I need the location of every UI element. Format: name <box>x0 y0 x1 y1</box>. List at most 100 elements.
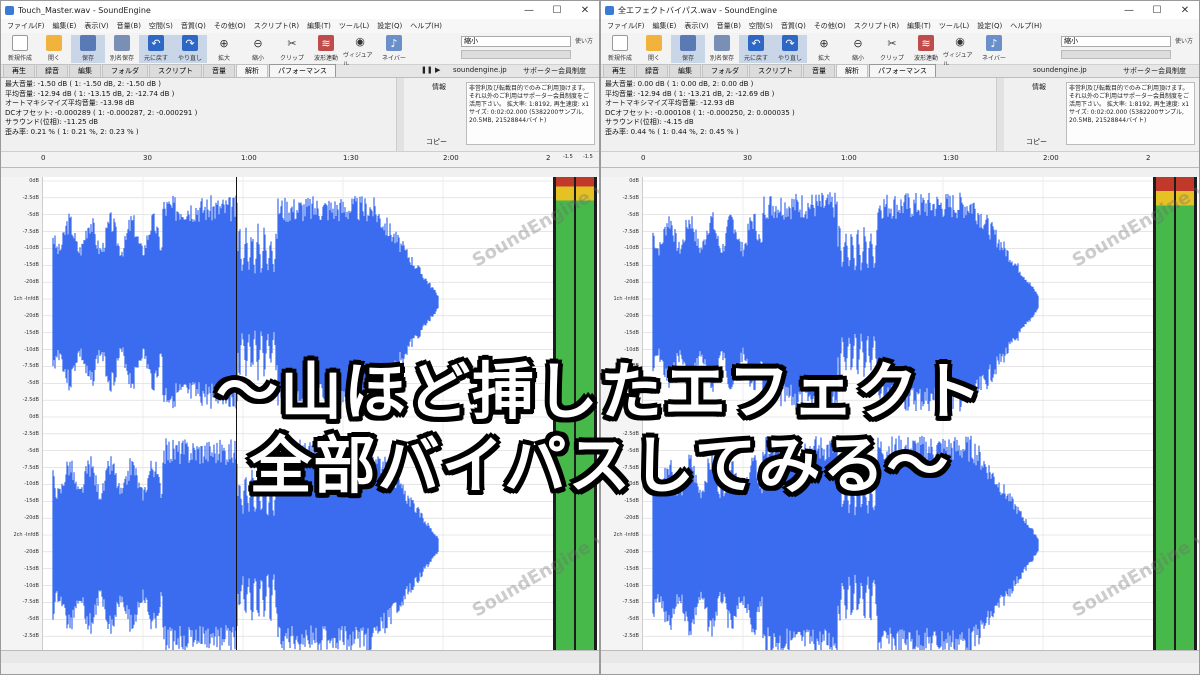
zoom-in-icon: ⊕ <box>819 36 829 50</box>
undo-button[interactable]: ↶ 元に戻す <box>139 35 173 63</box>
pause-icon[interactable]: ❚❚ ▶ <box>421 66 440 74</box>
tab-volume[interactable]: 音量 <box>803 64 835 77</box>
zoom-in-button[interactable]: ⊕ 拡大 <box>807 35 841 63</box>
close-icon[interactable]: ✕ <box>571 1 599 19</box>
menu-quality[interactable]: 音質(Q) <box>777 21 810 31</box>
menu-other[interactable]: その他(O) <box>810 21 850 31</box>
clip-button[interactable]: ✂ クリップ <box>275 35 309 63</box>
stat-automax-volume: オートマキシマイズ平均音量: -13.98 dB <box>5 99 135 107</box>
stats-scrollbar[interactable] <box>396 78 404 151</box>
usage-link[interactable]: 使い方 <box>1175 36 1193 45</box>
save-button[interactable]: 保存 <box>671 35 705 63</box>
zoom-out-button[interactable]: ⊖ 縮小 <box>841 35 875 63</box>
minimize-icon[interactable]: — <box>515 1 543 19</box>
supporter-link[interactable]: サポーター会員制度 <box>523 66 586 76</box>
tab-edit[interactable]: 編集 <box>669 64 701 77</box>
visual-button[interactable]: ◉ヴィジュアル <box>343 35 377 68</box>
tick-1-30: 1:30 <box>343 154 359 162</box>
menu-file[interactable]: ファイル(F) <box>603 21 649 31</box>
menu-help[interactable]: ヘルプ(H) <box>406 21 446 31</box>
zoom-field[interactable]: 縮小 <box>1061 36 1171 47</box>
redo-button[interactable]: ↷ やり直し <box>773 35 807 63</box>
copy-button[interactable]: コピー <box>426 137 447 147</box>
menu-file[interactable]: ファイル(F) <box>3 21 49 31</box>
wave-sync-button[interactable]: ≋ 波形連動 <box>909 35 943 63</box>
tab-performance[interactable]: パフォーマンス <box>869 64 936 77</box>
menu-script[interactable]: スクリプト(R) <box>850 21 903 31</box>
tab-script[interactable]: スクリプト <box>149 64 202 77</box>
menu-tools[interactable]: ツール(L) <box>935 21 973 31</box>
soundengine-link[interactable]: soundengine.jp <box>1033 66 1087 74</box>
tab-record[interactable]: 録音 <box>636 64 668 77</box>
maximize-icon[interactable]: ☐ <box>1143 1 1171 19</box>
zoom-in-button[interactable]: ⊕ 拡大 <box>207 35 241 63</box>
menu-bar: ファイル(F) 編集(E) 表示(V) 音量(B) 空間(S) 音質(Q) その… <box>1 19 599 33</box>
menu-space[interactable]: 空間(S) <box>745 21 777 31</box>
menu-settings[interactable]: 設定(Q) <box>373 21 406 31</box>
new-button[interactable]: 新規作成 <box>3 35 37 63</box>
timeline-ruler[interactable]: 0 30 1:00 1:30 2:00 2 -1.5 -1.5 <box>1 152 599 168</box>
tab-analysis[interactable]: 解析 <box>236 64 268 77</box>
menu-other[interactable]: その他(O) <box>210 21 250 31</box>
menu-edit[interactable]: 編集(E) <box>49 21 81 31</box>
tab-edit[interactable]: 編集 <box>69 64 101 77</box>
undo-icon: ↶ <box>148 35 164 51</box>
save-as-button[interactable]: 別名保存 <box>705 35 739 63</box>
visual-button[interactable]: ◉ヴィジュアル <box>943 35 977 68</box>
menu-volume[interactable]: 音量(B) <box>113 21 145 31</box>
menu-space[interactable]: 空間(S) <box>145 21 177 31</box>
zoom-slider[interactable] <box>1061 50 1171 59</box>
menu-volume[interactable]: 音量(B) <box>713 21 745 31</box>
menu-script[interactable]: スクリプト(R) <box>250 21 303 31</box>
zoom-slider[interactable] <box>461 50 571 59</box>
new-button[interactable]: 新規作成 <box>603 35 637 63</box>
menu-edit2[interactable]: 編集(T) <box>903 21 935 31</box>
menu-view[interactable]: 表示(V) <box>80 21 112 31</box>
wave-sync-button[interactable]: ≋ 波形連動 <box>309 35 343 63</box>
save-button[interactable]: 保存 <box>71 35 105 63</box>
supporter-link[interactable]: サポーター会員制度 <box>1123 66 1186 76</box>
save-as-icon <box>114 35 130 51</box>
tab-play[interactable]: 再生 <box>3 64 35 77</box>
neighbor-button[interactable]: ♪ ネイバー <box>977 35 1011 63</box>
menu-settings[interactable]: 設定(Q) <box>973 21 1006 31</box>
menu-view[interactable]: 表示(V) <box>680 21 712 31</box>
clip-button[interactable]: ✂ クリップ <box>875 35 909 63</box>
zoom-field[interactable]: 縮小 <box>461 36 571 47</box>
undo-button[interactable]: ↶ 元に戻す <box>739 35 773 63</box>
minimize-icon[interactable]: — <box>1115 1 1143 19</box>
tab-play[interactable]: 再生 <box>603 64 635 77</box>
horizontal-scrollbar[interactable] <box>601 650 1199 663</box>
menu-quality[interactable]: 音質(Q) <box>177 21 210 31</box>
maximize-icon[interactable]: ☐ <box>543 1 571 19</box>
menu-help[interactable]: ヘルプ(H) <box>1006 21 1046 31</box>
tab-record[interactable]: 録音 <box>36 64 68 77</box>
usage-link[interactable]: 使い方 <box>575 36 593 45</box>
soundengine-link[interactable]: soundengine.jp <box>453 66 507 74</box>
stats-list: 最大音量: -1.50 dB ( 1: -1.50 dB, 2: -1.50 d… <box>1 78 396 151</box>
close-icon[interactable]: ✕ <box>1171 1 1199 19</box>
open-button[interactable]: 開く <box>637 35 671 63</box>
save-as-button[interactable]: 別名保存 <box>105 35 139 63</box>
menu-tools[interactable]: ツール(L) <box>335 21 373 31</box>
tab-folder[interactable]: フォルダ <box>102 64 148 77</box>
info-box: 非営利及び転載目的でのみご利用頂けます。それ以外のご利用はサポーター会員制度をご… <box>466 82 595 145</box>
tab-volume[interactable]: 音量 <box>203 64 235 77</box>
caption-line-2: 全部バイパスしてみる～ <box>249 429 951 502</box>
open-button[interactable]: 開く <box>37 35 71 63</box>
menu-edit2[interactable]: 編集(T) <box>303 21 335 31</box>
tab-folder[interactable]: フォルダ <box>702 64 748 77</box>
timeline-ruler[interactable]: 0 30 1:00 1:30 2:00 2 <box>601 152 1199 168</box>
neighbor-button[interactable]: ♪ ネイバー <box>377 35 411 63</box>
redo-button[interactable]: ↷ やり直し <box>173 35 207 63</box>
stats-scrollbar[interactable] <box>996 78 1004 151</box>
horizontal-scrollbar[interactable] <box>1 650 599 663</box>
copy-button[interactable]: コピー <box>1026 137 1047 147</box>
tab-analysis[interactable]: 解析 <box>836 64 868 77</box>
tab-performance[interactable]: パフォーマンス <box>269 64 336 77</box>
tab-script[interactable]: スクリプト <box>749 64 802 77</box>
db-label: -20dB <box>624 515 639 522</box>
zoom-out-button[interactable]: ⊖ 縮小 <box>241 35 275 63</box>
menu-edit[interactable]: 編集(E) <box>649 21 681 31</box>
info-label: 情報 <box>1032 83 1046 91</box>
